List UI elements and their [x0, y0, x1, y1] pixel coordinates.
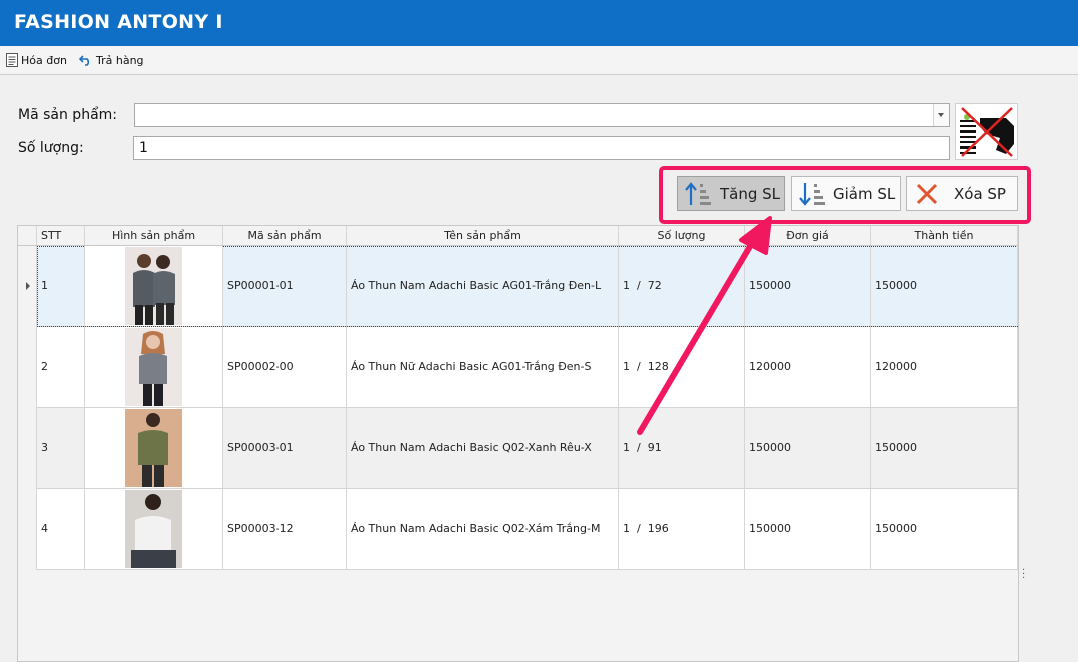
delete-product-button[interactable]: Xóa SP — [906, 176, 1018, 211]
undo-icon — [79, 55, 90, 66]
cell-stt: 3 — [37, 408, 85, 488]
product-grid: STT Hình sản phẩm Mã sản phẩm Tên sản ph… — [17, 225, 1019, 662]
cell-quantity[interactable]: 1 / 196 — [619, 489, 745, 569]
cell-name: Áo Thun Nam Adachi Basic Q02-Xanh Rêu-X — [347, 408, 619, 488]
app-title: FASHION ANTONY I — [14, 11, 223, 33]
table-row[interactable]: 2 SP00002-00 Áo Thun Nữ Adachi Basic AG0… — [37, 327, 1018, 408]
column-header-stt[interactable]: STT — [37, 226, 85, 245]
cell-quantity[interactable]: 1 / 72 — [619, 246, 745, 326]
cell-total: 150000 — [871, 408, 1018, 488]
grid-header: STT Hình sản phẩm Mã sản phẩm Tên sản ph… — [18, 226, 1018, 246]
cell-name: Áo Thun Nam Adachi Basic AG01-Trắng Đen-… — [347, 246, 619, 326]
table-row[interactable]: 4 SP00003-12 Áo Thun Nam Adachi Basic Q0… — [37, 489, 1018, 570]
cell-name: Áo Thun Nam Adachi Basic Q02-Xám Trắng-M — [347, 489, 619, 569]
cell-code: SP00002-00 — [223, 327, 347, 407]
decrease-quantity-button[interactable]: Giảm SL — [791, 176, 901, 211]
column-header-price[interactable]: Đơn giá — [745, 226, 871, 245]
cell-code: SP00001-01 — [223, 246, 347, 326]
cell-name: Áo Thun Nữ Adachi Basic AG01-Trắng Đen-S — [347, 327, 619, 407]
table-row[interactable]: 1 SP00001-01 Áo Thun Nam Adachi Basic AG… — [37, 246, 1018, 327]
cell-stt: 1 — [37, 246, 85, 326]
product-photo — [125, 490, 182, 568]
cell-quantity[interactable]: 1 / 128 — [619, 327, 745, 407]
cell-price: 150000 — [745, 489, 871, 569]
decrease-quantity-label: Giảm SL — [833, 185, 896, 203]
cell-price: 150000 — [745, 246, 871, 326]
chevron-down-icon[interactable] — [933, 104, 949, 126]
cell-total: 150000 — [871, 489, 1018, 569]
cell-image — [85, 489, 223, 569]
cell-image — [85, 408, 223, 488]
title-bar: FASHION ANTONY I — [0, 0, 1078, 46]
quantity-label: Số lượng: — [18, 140, 84, 156]
product-photo — [125, 328, 182, 406]
sort-up-icon — [685, 182, 711, 205]
cell-stt: 4 — [37, 489, 85, 569]
table-row[interactable]: 3 SP00003-01 Áo Thun Nam Adachi Basic Q0… — [37, 408, 1018, 489]
grid-resize-handle[interactable]: · · · — [1022, 566, 1026, 584]
tab-returns-label: Trả hàng — [96, 53, 144, 67]
product-code-label: Mã sản phẩm: — [18, 107, 117, 123]
row-indicator-column — [18, 246, 37, 570]
close-icon — [916, 183, 938, 205]
clear-barcode-button[interactable] — [955, 103, 1018, 160]
tab-returns[interactable]: Trả hàng — [79, 51, 144, 69]
column-header-total[interactable]: Thành tiền — [871, 226, 1018, 245]
cell-stt: 2 — [37, 327, 85, 407]
barcode-scanner-icon — [960, 107, 1014, 157]
cell-image — [85, 327, 223, 407]
cell-code: SP00003-12 — [223, 489, 347, 569]
cell-price: 120000 — [745, 327, 871, 407]
cell-total: 120000 — [871, 327, 1018, 407]
current-row-indicator-icon — [26, 282, 30, 290]
cell-code: SP00003-01 — [223, 408, 347, 488]
quantity-input[interactable]: 1 — [133, 136, 950, 160]
tab-invoice-label: Hóa đơn — [21, 53, 67, 67]
cell-quantity[interactable]: 1 / 91 — [619, 408, 745, 488]
sort-down-icon — [799, 183, 825, 206]
cell-total: 150000 — [871, 246, 1018, 326]
column-header-image[interactable]: Hình sản phẩm — [85, 226, 223, 245]
invoice-icon — [6, 53, 18, 67]
product-photo — [125, 247, 182, 325]
column-header-name[interactable]: Tên sản phẩm — [347, 226, 619, 245]
increase-quantity-label: Tăng SL — [720, 185, 781, 203]
product-code-combo[interactable] — [134, 103, 950, 127]
tab-strip: Hóa đơn Trả hàng — [0, 46, 1078, 75]
cell-price: 150000 — [745, 408, 871, 488]
column-header-code[interactable]: Mã sản phẩm — [223, 226, 347, 245]
column-header-quantity[interactable]: Số lượng — [619, 226, 745, 245]
tab-invoice[interactable]: Hóa đơn — [6, 51, 67, 69]
product-photo — [125, 409, 182, 487]
row-indicator-header — [18, 226, 37, 245]
increase-quantity-button[interactable]: Tăng SL — [677, 176, 785, 211]
delete-product-label: Xóa SP — [954, 185, 1006, 203]
cell-image — [85, 246, 223, 326]
